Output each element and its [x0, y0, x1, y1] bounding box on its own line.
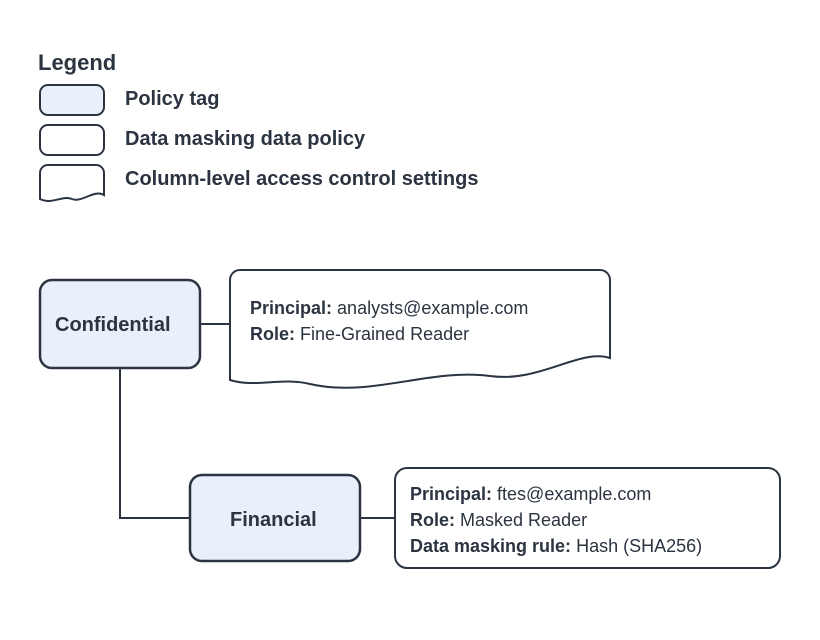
- policy-rule-label: Data masking rule:: [410, 536, 571, 556]
- policy-role-value: Masked Reader: [460, 510, 587, 530]
- legend-swatch-policy-tag-icon: [40, 85, 104, 115]
- policy-principal-label: Principal:: [410, 484, 492, 504]
- clacs-principal-label: Principal:: [250, 298, 332, 318]
- connector-confidential-to-financial: [120, 368, 190, 518]
- clacs-principal-value: analysts@example.com: [337, 298, 528, 318]
- clacs-role-value: Fine-Grained Reader: [300, 324, 469, 344]
- policy-principal-value: ftes@example.com: [497, 484, 651, 504]
- legend-title: Legend: [38, 50, 116, 76]
- tag-label-confidential: Confidential: [55, 312, 171, 339]
- legend-swatch-data-policy-icon: [40, 125, 104, 155]
- legend-label-clacs: Column-level access control settings: [125, 168, 478, 191]
- legend-swatch-clacs-icon: [40, 165, 104, 201]
- legend-label-data-policy: Data masking data policy: [125, 128, 365, 151]
- tag-label-financial: Financial: [230, 507, 317, 534]
- diagram-canvas: Legend Policy tag Data masking data poli…: [0, 0, 820, 640]
- legend-label-policy-tag: Policy tag: [125, 88, 219, 111]
- policy-rule-value: Hash (SHA256): [576, 536, 702, 556]
- policy-role-label: Role:: [410, 510, 455, 530]
- clacs-role-label: Role:: [250, 324, 295, 344]
